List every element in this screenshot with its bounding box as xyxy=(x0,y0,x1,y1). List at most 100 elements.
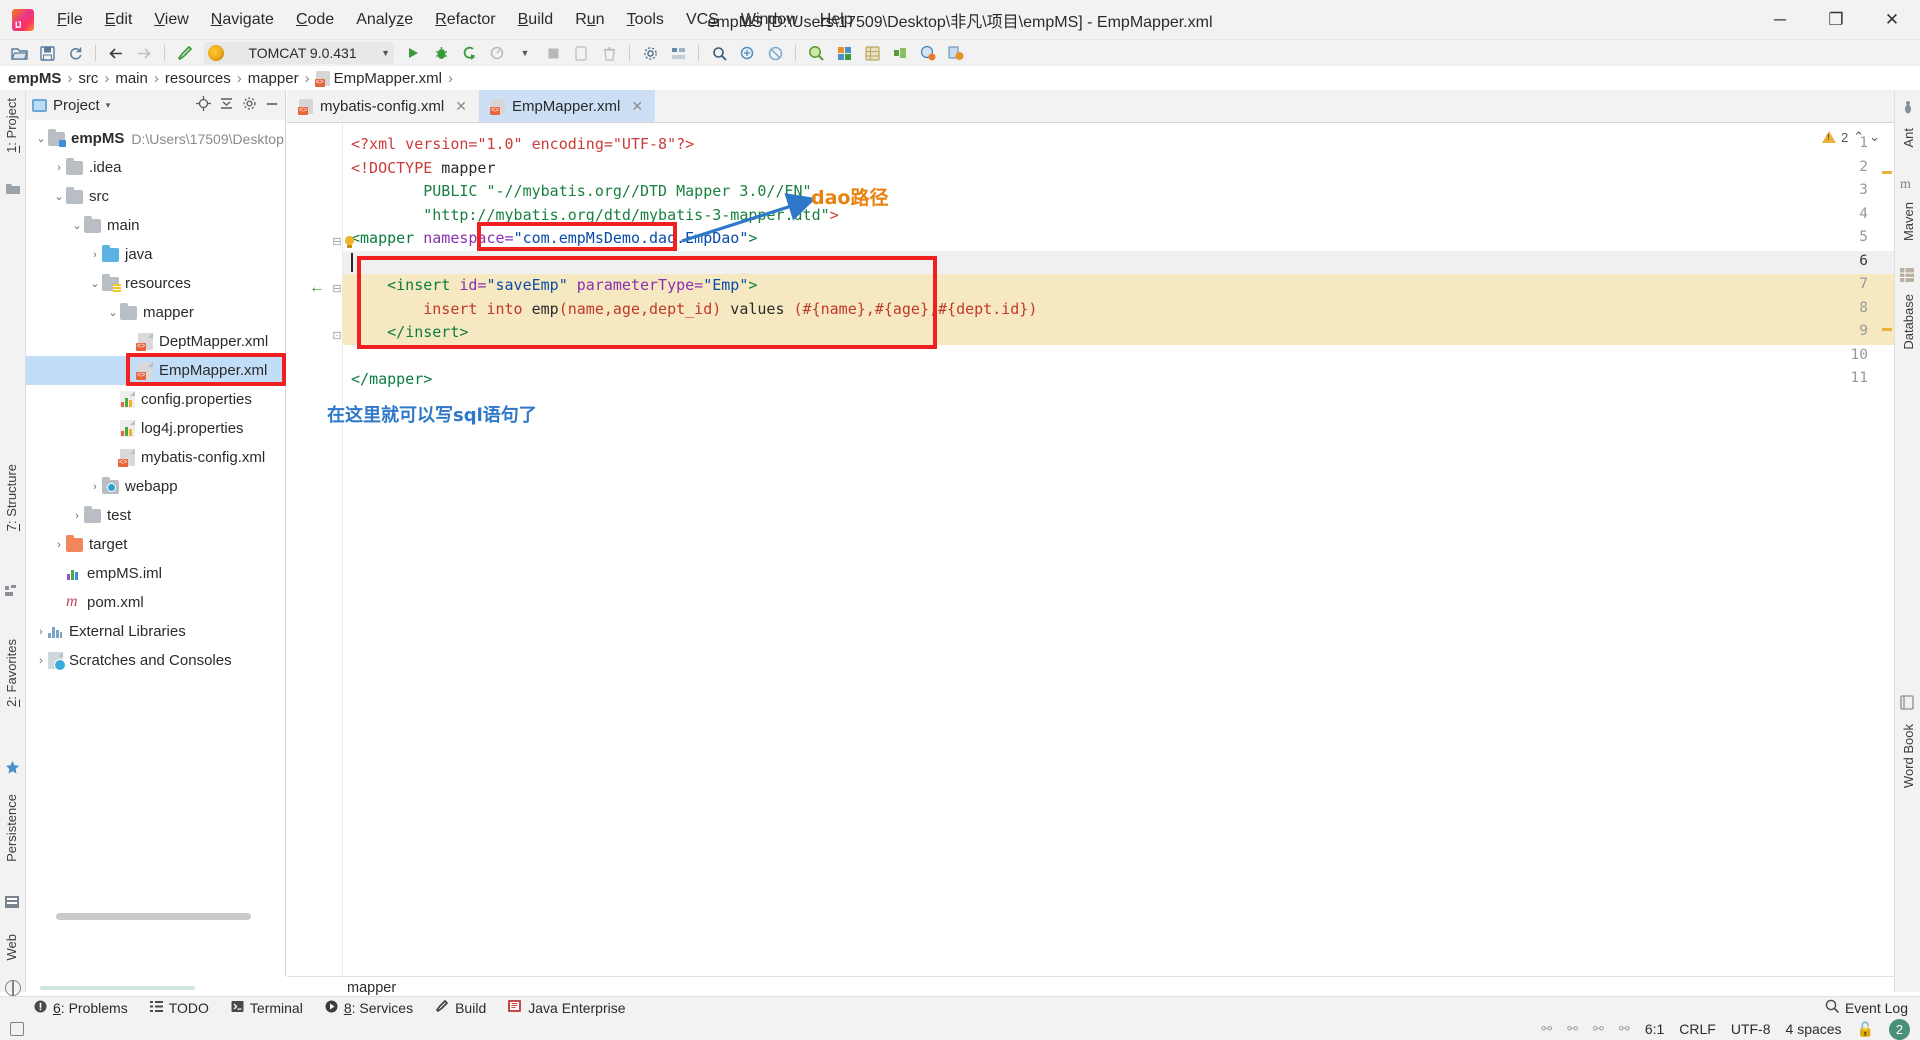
menu-refactor[interactable]: Refactor xyxy=(424,7,506,33)
chevron-right-icon[interactable]: › xyxy=(34,655,48,667)
grid-icon[interactable] xyxy=(831,41,857,65)
tree-node-java[interactable]: ›java xyxy=(26,240,285,269)
file-encoding[interactable]: UTF-8 xyxy=(1731,1021,1771,1037)
tree-node-deptmapper-xml[interactable]: DeptMapper.xml xyxy=(26,327,285,356)
chevron-down-icon[interactable]: ⌄ xyxy=(70,219,84,232)
editor-bottom-breadcrumb[interactable]: mapper xyxy=(287,976,1894,998)
breadcrumb-item-0[interactable]: empMS xyxy=(8,70,61,87)
maximize-button[interactable]: ❐ xyxy=(1808,0,1864,40)
inspection-widget[interactable]: 2 ⌃ ⌄ xyxy=(1822,129,1880,145)
minimize-button[interactable]: ─ xyxy=(1752,0,1808,40)
menu-view[interactable]: View xyxy=(143,7,199,33)
menu-file[interactable]: File xyxy=(46,7,94,33)
settings-icon[interactable] xyxy=(242,96,257,114)
code-editor[interactable]: 1234567891011 <?xml version="1.0" encodi… xyxy=(287,123,1894,976)
sidebar-tab-project[interactable]: 1: Project xyxy=(2,94,21,157)
tree-node-webapp[interactable]: ›webapp xyxy=(26,472,285,501)
bottom-tab-java-enterprise[interactable]: Java Enterprise xyxy=(508,1000,625,1016)
menu-navigate[interactable]: Navigate xyxy=(200,7,285,33)
collapse-all-icon[interactable] xyxy=(219,96,234,114)
search-everywhere-icon[interactable] xyxy=(734,41,760,65)
run-configuration-selector[interactable]: TOMCAT 9.0.431 ▼ xyxy=(204,42,394,64)
tree-node-config-properties[interactable]: config.properties xyxy=(26,385,285,414)
plugin-icon[interactable] xyxy=(887,41,913,65)
editor-gutter[interactable] xyxy=(287,123,343,976)
chevron-down-icon[interactable]: ⌄ xyxy=(52,190,66,203)
magnifier-green-icon[interactable] xyxy=(803,41,829,65)
search-icon[interactable] xyxy=(706,41,732,65)
chevron-down-icon[interactable]: ⌄ xyxy=(106,306,120,319)
build-hammer-icon[interactable] xyxy=(172,41,198,65)
menu-code[interactable]: Code xyxy=(285,7,345,33)
fold-marker-line5[interactable]: ⊟ xyxy=(331,236,343,248)
sidebar-tab-database[interactable]: Database xyxy=(1899,290,1918,354)
intention-bulb-icon[interactable] xyxy=(343,235,356,248)
menu-build[interactable]: Build xyxy=(507,7,565,33)
fold-marker-line7[interactable]: ⊟ xyxy=(331,283,343,295)
chevron-right-icon[interactable]: › xyxy=(52,539,66,551)
close-button[interactable]: ✕ xyxy=(1864,0,1920,40)
breadcrumb-item-1[interactable]: src xyxy=(78,70,98,87)
breadcrumb-item-3[interactable]: resources xyxy=(165,70,231,87)
menu-tools[interactable]: Tools xyxy=(616,7,675,33)
save-icon[interactable] xyxy=(34,41,60,65)
menu-run[interactable]: Run xyxy=(564,7,615,33)
tab-empmapper-xml[interactable]: EmpMapper.xml ✕ xyxy=(479,90,655,122)
chevron-right-icon[interactable]: › xyxy=(52,162,66,174)
tab-mybatis-config-xml[interactable]: mybatis-config.xml ✕ xyxy=(287,90,479,122)
locate-icon[interactable] xyxy=(196,96,211,114)
menu-window[interactable]: Window xyxy=(730,7,809,33)
chevron-down-icon[interactable]: ▾ xyxy=(106,100,111,111)
no-entry-icon[interactable] xyxy=(762,41,788,65)
chevron-down-icon[interactable]: ▼ xyxy=(381,48,390,58)
tree-node-main[interactable]: ⌄main xyxy=(26,211,285,240)
update-icon[interactable] xyxy=(915,41,941,65)
event-log-button[interactable]: Event Log xyxy=(1825,999,1920,1016)
debug-icon[interactable] xyxy=(428,41,454,65)
tree-node-scratches-and-consoles[interactable]: ›Scratches and Consoles xyxy=(26,646,285,675)
menu-help[interactable]: Help xyxy=(809,7,864,33)
sidebar-tab-ant[interactable]: Ant xyxy=(1899,124,1918,152)
menu-edit[interactable]: Edit xyxy=(94,7,144,33)
tree-node-resources[interactable]: ⌄resources xyxy=(26,269,285,298)
project-tree[interactable]: ⌄empMSD:\Users\17509\Desktop›.idea⌄src⌄m… xyxy=(26,120,285,675)
sidebar-tab-web[interactable]: Web xyxy=(2,930,21,965)
warning-badge-icon[interactable] xyxy=(943,41,969,65)
tree-node-external-libraries[interactable]: ›External Libraries xyxy=(26,617,285,646)
notification-badge[interactable]: 2 xyxy=(1889,1019,1910,1040)
fold-marker-line9[interactable]: ⊡ xyxy=(331,330,343,342)
hide-panel-icon[interactable] xyxy=(265,97,279,114)
navigate-to-dao-arrow-icon[interactable]: ← xyxy=(309,280,325,296)
project-horizontal-scrollbar[interactable] xyxy=(56,913,251,920)
chevron-down-icon[interactable]: ▼ xyxy=(512,41,538,65)
sidebar-tab-favorites[interactable]: 2: Favorites xyxy=(2,635,21,711)
chevron-right-icon[interactable]: › xyxy=(88,481,102,493)
line-separator[interactable]: CRLF xyxy=(1679,1021,1716,1037)
database-icon[interactable] xyxy=(859,41,885,65)
bottom-tab-todo[interactable]: TODO xyxy=(150,1000,209,1016)
run-with-coverage-icon[interactable] xyxy=(456,41,482,65)
settings-gear-icon[interactable] xyxy=(637,41,663,65)
sidebar-tab-structure[interactable]: 7: Structure xyxy=(2,460,21,535)
bottom-tab-problems[interactable]: 6: Problems xyxy=(34,1000,128,1016)
bottom-tab-services[interactable]: 8: Services xyxy=(325,1000,413,1016)
indent-setting[interactable]: 4 spaces xyxy=(1786,1021,1842,1037)
close-icon[interactable]: ✕ xyxy=(631,98,643,115)
tree-node--idea[interactable]: ›.idea xyxy=(26,153,285,182)
tree-node-pom-xml[interactable]: pom.xml xyxy=(26,588,285,617)
breadcrumb-item-4[interactable]: mapper xyxy=(248,70,299,87)
tree-node-src[interactable]: ⌄src xyxy=(26,182,285,211)
tree-node-log4j-properties[interactable]: log4j.properties xyxy=(26,414,285,443)
breadcrumb-item-5[interactable]: EmpMapper.xml xyxy=(334,70,442,87)
sidebar-tab-persistence[interactable]: Persistence xyxy=(2,790,21,866)
chevron-down-icon[interactable]: ⌄ xyxy=(34,132,48,145)
tree-node-empmapper-xml[interactable]: EmpMapper.xml xyxy=(26,356,285,385)
chevron-right-icon[interactable]: › xyxy=(34,626,48,638)
tree-node-target[interactable]: ›target xyxy=(26,530,285,559)
chevron-right-icon[interactable]: › xyxy=(70,510,84,522)
tree-node-empms[interactable]: ⌄empMSD:\Users\17509\Desktop xyxy=(26,124,285,153)
tree-node-mapper[interactable]: ⌄mapper xyxy=(26,298,285,327)
run-icon[interactable] xyxy=(400,41,426,65)
chevron-down-icon[interactable]: ⌄ xyxy=(88,277,102,290)
tree-node-mybatis-config-xml[interactable]: mybatis-config.xml xyxy=(26,443,285,472)
